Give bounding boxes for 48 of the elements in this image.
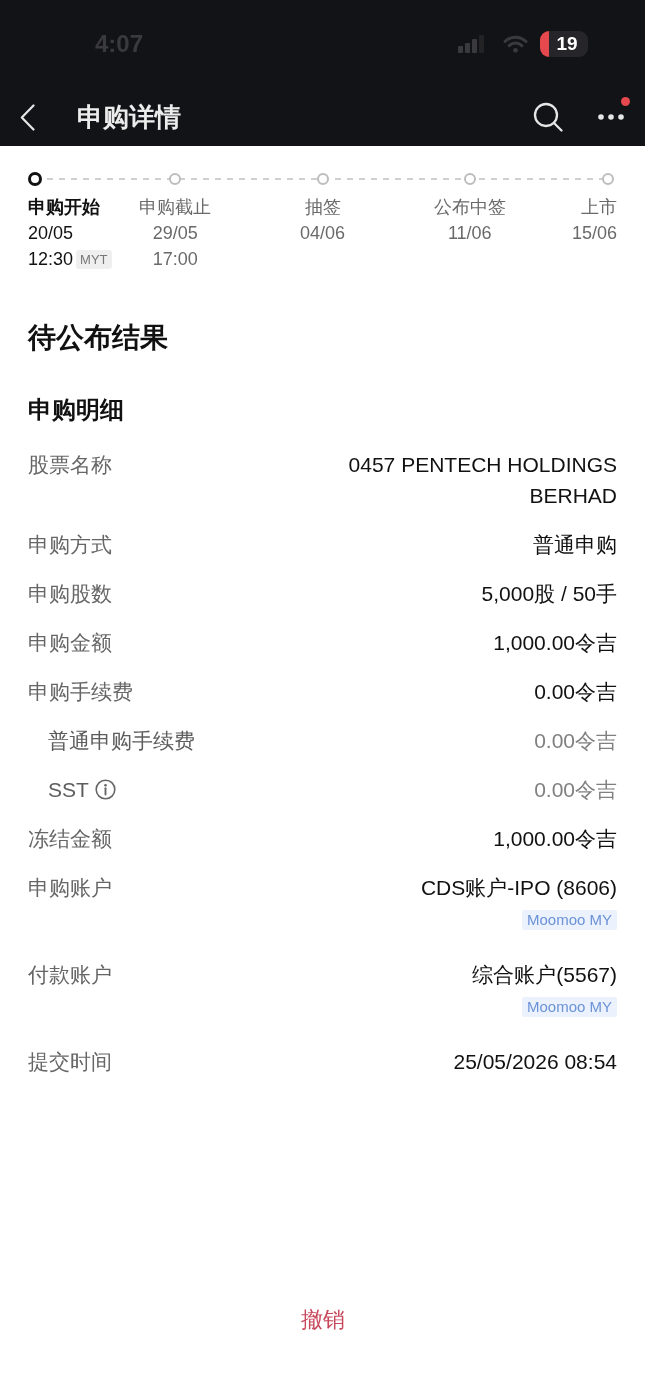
page-title: 申购详情 xyxy=(77,104,181,130)
detail-label: 冻结金额 xyxy=(28,826,112,852)
detail-value: CDS账户-IPO (8606) xyxy=(420,875,617,901)
detail-value: 1,000.00令吉 xyxy=(493,826,617,852)
step-label: 申购截止 xyxy=(139,196,212,219)
account-tag: Moomoo MY xyxy=(521,910,617,930)
step-label: 抽签 xyxy=(304,196,341,219)
info-icon[interactable] xyxy=(94,779,116,800)
detail-value: 0.00令吉 xyxy=(534,679,617,705)
detail-label: 普通申购手续费 xyxy=(48,728,195,754)
detail-label: 申购方式 xyxy=(28,532,112,558)
step-date: 11/06 xyxy=(447,222,492,245)
search-icon[interactable] xyxy=(533,102,563,132)
timezone-tag: MYT xyxy=(76,249,112,269)
account-tag: Moomoo MY xyxy=(521,997,617,1017)
detail-value: 25/05/2026 08:54 xyxy=(453,1049,617,1075)
section-title: 申购明细 xyxy=(28,395,125,425)
detail-value: 综合账户(5567) xyxy=(472,962,617,988)
step-time: 17:00 xyxy=(152,248,198,271)
detail-label: 提交时间 xyxy=(28,1049,112,1075)
cancel-button[interactable]: 撤销 xyxy=(276,1292,369,1348)
detail-label: 申购金额 xyxy=(28,630,112,656)
back-icon[interactable] xyxy=(20,103,35,131)
detail-value: 5,000股 / 50手 xyxy=(481,581,617,607)
detail-label: 付款账户 xyxy=(28,962,112,988)
step-label: 上市 xyxy=(581,196,617,219)
step-date: 20/05 xyxy=(28,222,74,245)
detail-value: 普通申购 xyxy=(533,532,617,558)
signal-icon xyxy=(458,35,485,53)
detail-label: 股票名称 xyxy=(28,452,112,478)
step-date: 29/05 xyxy=(152,222,198,245)
detail-value: 0.00令吉 xyxy=(534,777,617,803)
more-icon[interactable] xyxy=(598,114,624,120)
detail-value: 0457 PENTECH HOLDINGS BERHAD xyxy=(347,452,617,509)
step-date: 04/06 xyxy=(299,222,345,245)
step-date: 15/06 xyxy=(571,222,617,245)
battery-indicator: 19 xyxy=(540,31,588,57)
detail-label: SST xyxy=(48,777,89,803)
detail-label: 申购账户 xyxy=(28,875,112,901)
step-time: 12:30 xyxy=(28,248,74,271)
detail-label: 申购股数 xyxy=(28,581,112,607)
detail-value: 1,000.00令吉 xyxy=(493,630,617,656)
step-label: 公布中签 xyxy=(433,196,506,219)
step-label: 申购开始 xyxy=(28,196,100,219)
detail-value: 0.00令吉 xyxy=(534,728,617,754)
detail-label: 申购手续费 xyxy=(28,679,133,705)
wifi-icon xyxy=(503,35,528,53)
status-title: 待公布结果 xyxy=(28,321,169,355)
